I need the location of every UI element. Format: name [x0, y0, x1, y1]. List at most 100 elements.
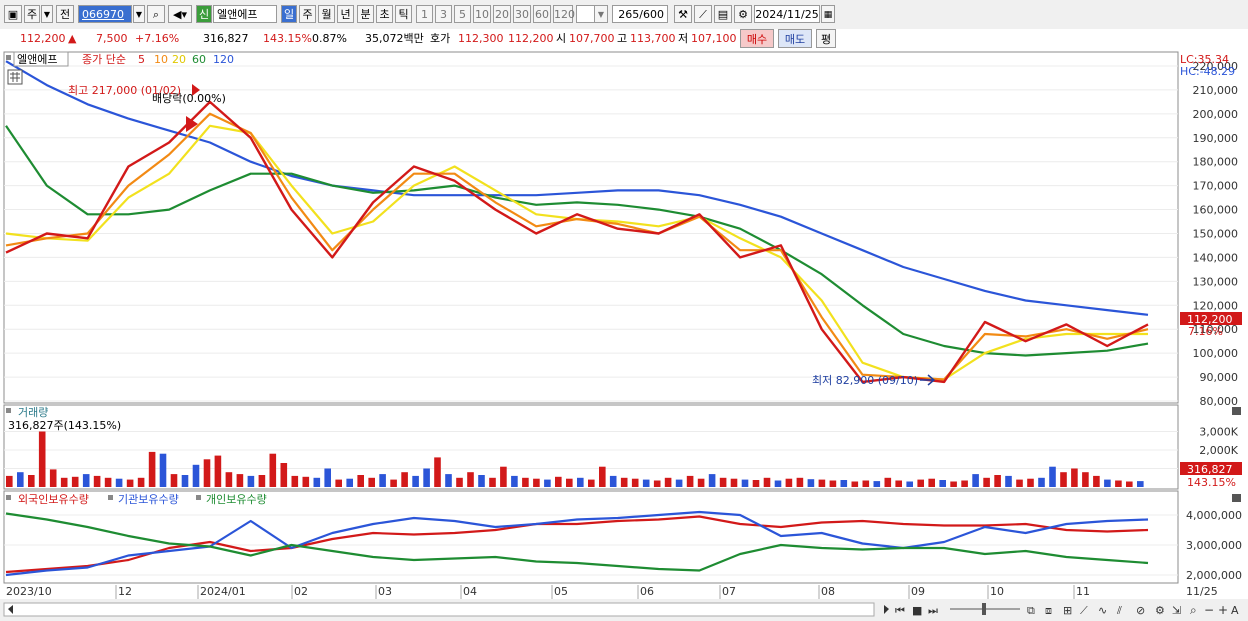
date-field[interactable]: 2024/11/25 — [754, 5, 820, 23]
magnet-icon[interactable]: ⊘ — [1136, 604, 1145, 617]
price-tick-label: 100,000 — [1193, 347, 1239, 360]
volume-bar — [917, 479, 924, 487]
minute-option-120[interactable]: 120 — [553, 5, 575, 23]
volume-bar — [939, 480, 946, 487]
period-dropdown-icon[interactable]: ▼ — [41, 5, 53, 23]
horizontal-scrollbar[interactable] — [3, 602, 875, 617]
holdings-tick-label: 3,000,000 — [1186, 539, 1242, 552]
minute-option-3[interactable]: 3 — [435, 5, 452, 23]
volume-bar — [675, 479, 683, 487]
volume-bar — [291, 475, 299, 487]
speaker-icon[interactable]: ◀▾ — [168, 5, 192, 23]
x-axis-label: 07 — [722, 585, 736, 598]
export-icon[interactable]: ⇲ — [1172, 604, 1181, 617]
legend-ma-60: 60 — [192, 53, 206, 66]
volume-tag-pct: 143.15% — [1187, 476, 1236, 489]
stock-name-field[interactable]: 엘앤에프 — [213, 5, 277, 23]
volume-bar — [928, 478, 935, 487]
tab-year[interactable]: 년 — [337, 5, 354, 23]
x-axis-label: 11 — [1076, 585, 1090, 598]
font-size-button[interactable]: A — [1231, 604, 1239, 617]
volume-tick-label: 2,000K — [1199, 444, 1238, 457]
volume-bar — [829, 480, 837, 487]
volume-bar — [49, 469, 57, 487]
holdings-panel-close-icon[interactable] — [1232, 494, 1241, 502]
tab-second[interactable]: 초 — [376, 5, 393, 23]
up-arrow-icon: ▲ — [68, 32, 77, 45]
sell-button[interactable]: 매도 — [778, 29, 812, 48]
price-tick-label: 130,000 — [1193, 275, 1239, 288]
quote-bar: 112,200 ▲ 7,500 +7.16% 316,827 143.15% 0… — [0, 29, 1248, 49]
count-value: 265 — [618, 8, 640, 21]
legend-bullet-icon — [6, 55, 11, 60]
volume-bar — [82, 474, 90, 487]
fast-forward-icon[interactable]: ⏭ — [928, 604, 938, 617]
search-zoom-icon[interactable]: ⌕ — [1190, 603, 1197, 617]
minute-option-30[interactable]: 30 — [513, 5, 531, 23]
volume-bar — [104, 477, 112, 487]
buy-button[interactable]: 매수 — [740, 29, 774, 48]
count-field[interactable]: 265/600 — [612, 5, 668, 23]
minute-option-60[interactable]: 60 — [533, 5, 551, 23]
layout-icon[interactable]: ▣ — [4, 5, 22, 23]
chart-area[interactable]: 80,00090,000100,000110,000120,000130,000… — [0, 48, 1248, 621]
volume-bar — [192, 464, 200, 487]
minute-option-1[interactable]: 1 — [416, 5, 433, 23]
save-icon[interactable]: ▤ — [714, 5, 732, 23]
prev-button[interactable]: 전 — [56, 5, 74, 23]
volume-bar — [653, 480, 661, 487]
tab-minute[interactable]: 분 — [357, 5, 374, 23]
volume-bar — [730, 478, 738, 487]
zoom-slider-handle[interactable] — [982, 603, 986, 615]
volume-panel-close-icon[interactable] — [1232, 407, 1241, 415]
trend-icon[interactable]: ⟋ — [1080, 604, 1088, 617]
stock-code-input[interactable]: 066970 — [78, 5, 132, 23]
volume-bar — [390, 479, 397, 487]
x-axis-label: 08 — [821, 585, 835, 598]
zoom-out-icon[interactable]: − — [1204, 603, 1214, 617]
minute-option-5[interactable]: 5 — [454, 5, 471, 23]
zoom-in-icon[interactable]: + — [1218, 603, 1228, 617]
price-tick-label: 140,000 — [1193, 251, 1239, 264]
compare-icon[interactable]: ⧉ — [1027, 604, 1035, 617]
volume-bar — [445, 474, 452, 487]
code-dropdown-icon[interactable]: ▼ — [133, 5, 145, 23]
window-icon[interactable]: ⧈ — [1045, 604, 1052, 617]
legend-ma-5: 5 — [138, 53, 145, 66]
indicator-icon[interactable]: ∿ — [1098, 604, 1107, 617]
ask-label: 호가 — [430, 32, 451, 45]
grid-toggle-icon[interactable] — [7, 69, 23, 85]
price-tick-label: 200,000 — [1193, 108, 1239, 121]
calendar-icon[interactable]: ▦ — [821, 5, 835, 23]
top-toolbar: ▣ 주 ▼ 전 066970 ▼ ⌕ ◀▾ 신 엘앤에프 일 주 월 년 분 초… — [0, 0, 1248, 30]
draw-icon[interactable]: ⟋ — [694, 5, 712, 23]
tool-icon[interactable]: ⚒ — [674, 5, 692, 23]
rewind-icon[interactable]: ⏮ — [895, 604, 905, 617]
trade-amount: 35,072백만 — [365, 32, 424, 45]
gear-icon[interactable]: ⚙ — [734, 5, 752, 23]
bid-price: 112,200 — [508, 32, 554, 45]
volume-bar — [533, 478, 540, 487]
tab-tick[interactable]: 틱 — [395, 5, 412, 23]
volume-bar — [785, 478, 793, 487]
layout-grid-icon[interactable]: ⊞ — [1063, 604, 1072, 617]
minute-option-10[interactable]: 10 — [473, 5, 491, 23]
custom-period-dropdown-icon[interactable]: ▼ — [594, 5, 608, 23]
volume-bar — [17, 472, 24, 487]
volume-bar — [456, 477, 463, 487]
x-axis-label: 2024/01 — [200, 585, 246, 598]
chart-settings-icon[interactable]: ⚙ — [1155, 604, 1165, 617]
tab-month[interactable]: 월 — [318, 5, 335, 23]
search-icon[interactable]: ⌕ — [147, 5, 165, 23]
volume-bar — [906, 481, 913, 487]
volume-bar — [280, 463, 288, 487]
volume-ratio: 143.15% — [263, 32, 312, 45]
minute-option-20[interactable]: 20 — [493, 5, 511, 23]
evaluate-button[interactable]: 평 — [816, 29, 836, 48]
period-type-button[interactable]: 주 — [24, 5, 40, 23]
volume-bar — [126, 479, 134, 487]
tab-week[interactable]: 주 — [299, 5, 316, 23]
stop-icon[interactable]: ■ — [912, 604, 922, 617]
compare-line-icon[interactable]: ⫽ — [1116, 604, 1122, 617]
tab-day[interactable]: 일 — [281, 5, 297, 23]
